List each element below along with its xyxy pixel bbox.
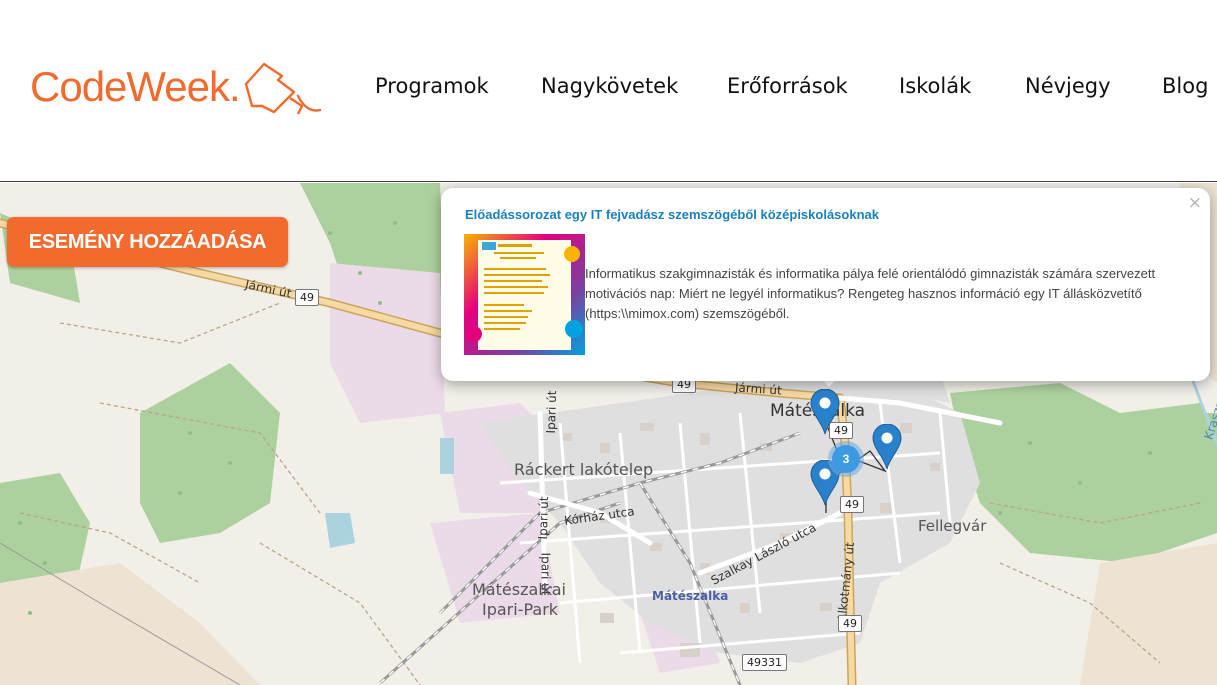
add-event-button[interactable]: ESEMÉNY HOZZÁADÁSA <box>7 217 288 267</box>
map-marker-icon[interactable] <box>810 389 840 435</box>
main-nav: Programok Nagykövetek Erőforrások Iskolá… <box>0 74 1217 106</box>
road-label-ipari-ut: Ipari út <box>543 390 560 434</box>
place-label-fellegvar: Fellegvár <box>918 517 987 535</box>
popup-event-description: Informatikus szakgimnazisták és informat… <box>585 266 1156 321</box>
popup-event-title[interactable]: Előadássorozat egy IT fejvadász szemszög… <box>465 207 879 222</box>
nav-item-iskolak[interactable]: Iskolák <box>899 74 971 98</box>
road-shield-49331: 49331 <box>742 654 787 671</box>
station-label-mateszalka: Mátészalka <box>652 589 729 603</box>
place-label-ipari-park-line1: Mátészalkai <box>472 580 566 599</box>
nav-item-blog[interactable]: Blog <box>1162 74 1208 98</box>
nav-item-programok[interactable]: Programok <box>375 74 489 98</box>
marker-cluster-count: 3 <box>832 445 860 473</box>
nav-item-nevjegy[interactable]: Névjegy <box>1025 74 1111 98</box>
road-shield-49: 49 <box>840 496 864 513</box>
map-marker-icon[interactable] <box>872 424 902 470</box>
nav-item-nagykovetek[interactable]: Nagykövetek <box>541 74 678 98</box>
road-shield-49: 49 <box>838 615 862 632</box>
events-map[interactable]: Jármi út Jármi út Ipari út Ipari út Ipar… <box>0 183 1217 685</box>
place-label-ipari-park-line2: Ipari-Park <box>482 600 559 619</box>
nav-item-eroforrasok[interactable]: Erőforrások <box>727 74 848 98</box>
road-label-ipari-ut: Ipari út <box>535 496 552 540</box>
event-popup: × Előadássorozat egy IT fejvadász szemsz… <box>441 188 1210 381</box>
close-icon[interactable]: × <box>1188 193 1202 213</box>
road-shield-49: 49 <box>295 289 319 306</box>
event-poster-image <box>464 234 585 355</box>
marker-cluster[interactable]: 3 <box>828 441 864 477</box>
site-header: CodeWeek. Programok Nagykövetek Erőforrá… <box>0 0 1217 182</box>
place-label-rackert: Ráckert lakótelep <box>514 460 654 479</box>
